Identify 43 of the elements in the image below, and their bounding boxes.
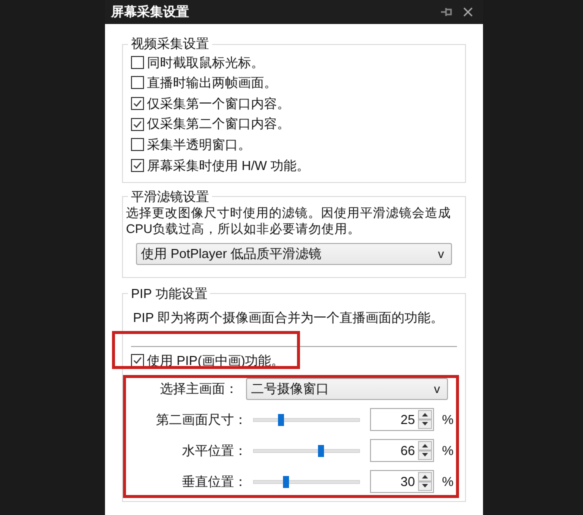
field-label: 水平位置： xyxy=(181,442,248,460)
check-icon xyxy=(133,98,142,108)
slider-thumb[interactable] xyxy=(282,476,288,488)
checkbox[interactable] xyxy=(131,118,144,131)
slider-thumb[interactable] xyxy=(318,444,324,457)
spin-box[interactable]: 30 xyxy=(370,470,434,494)
spin-arrows-icon[interactable] xyxy=(418,441,432,460)
checkbox-label[interactable]: 屏幕采集时使用 H/W 功能。 xyxy=(147,156,310,176)
spin-box[interactable]: 66 xyxy=(370,439,434,462)
dropdown[interactable]: 使用 PotPlayer 低品质平滑滤镜 v xyxy=(136,242,452,265)
field-label: 选择主画面： xyxy=(159,380,239,398)
checkbox-label[interactable]: 采集半透明窗口。 xyxy=(147,134,251,154)
unit-label: % xyxy=(442,472,454,491)
check-icon xyxy=(133,120,142,129)
unit-label: % xyxy=(442,410,454,429)
pin-icon[interactable] xyxy=(441,7,453,17)
checkbox-label[interactable]: 同时截取鼠标光标。 xyxy=(147,52,264,72)
checkbox[interactable] xyxy=(131,56,144,69)
spin-box[interactable]: 25 xyxy=(370,408,434,432)
checkbox[interactable] xyxy=(131,138,144,152)
check-icon xyxy=(133,356,142,366)
checkbox-label[interactable]: 仅采集第二个窗口内容。 xyxy=(147,114,290,134)
description-text: 选择更改图像尺寸时使用的滤镜。因使用平滑滤镜会造成CPU负载过高，所以如非必要请勿使用。 xyxy=(126,204,452,237)
spin-arrows-icon[interactable] xyxy=(418,410,432,430)
checkbox[interactable] xyxy=(131,158,144,172)
checkbox-label[interactable]: 直播时输出两帧画面。 xyxy=(147,73,277,93)
group-title: 平滑滤镜设置 xyxy=(130,188,210,205)
group-title: 视频采集设置 xyxy=(130,36,210,52)
group-title: PIP 功能设置 xyxy=(130,286,208,302)
field-label: 垂直位置： xyxy=(181,472,248,491)
field-label: 第二画面尺寸： xyxy=(155,410,248,429)
checkbox[interactable] xyxy=(131,96,144,110)
checkbox[interactable] xyxy=(131,76,144,90)
dropdown[interactable]: 二号摄像窗口 v xyxy=(246,378,448,400)
unit-label: % xyxy=(442,442,454,460)
slider-thumb[interactable] xyxy=(278,414,284,426)
close-icon[interactable] xyxy=(463,7,473,17)
description-text: PIP 即为将两个摄像画面合并为一个直播画面的功能。 xyxy=(133,310,444,326)
spin-arrows-icon[interactable] xyxy=(418,472,432,492)
check-icon xyxy=(133,160,142,170)
checkbox-label[interactable]: 仅采集第一个窗口内容。 xyxy=(147,94,290,114)
checkbox[interactable] xyxy=(131,354,144,368)
window-title: 屏幕采集设置 xyxy=(111,3,190,22)
